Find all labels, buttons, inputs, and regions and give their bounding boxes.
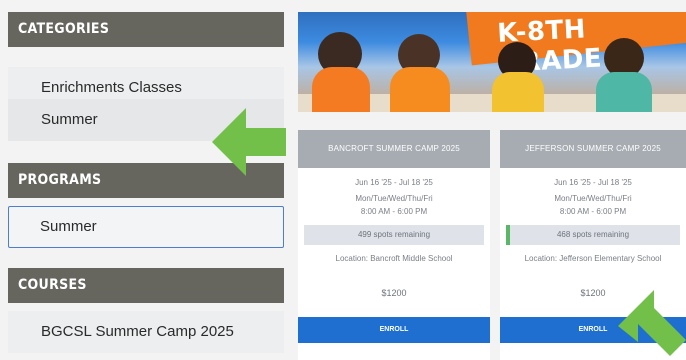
courses-header: COURSES	[8, 268, 284, 303]
sidebar: CATEGORIES Enrichments Classes Summer PR…	[8, 12, 284, 360]
spots-text: 468 spots remaining	[556, 230, 630, 239]
card-days: Mon/Tue/Wed/Thu/Fri	[355, 194, 433, 203]
spots-text: 499 spots remaining	[357, 230, 431, 239]
sidebar-item-bgcsl-summer-camp-2025[interactable]: BGCSL Summer Camp 2025	[8, 311, 284, 353]
green-arrow-diagonal-icon	[618, 290, 686, 356]
card-dates: Jun 16 '25 - Jul 18 '25	[355, 178, 433, 187]
green-arrow-left-icon	[212, 108, 286, 176]
card-dates: Jun 16 '25 - Jul 18 '25	[554, 178, 632, 187]
card-days: Mon/Tue/Wed/Thu/Fri	[554, 194, 632, 203]
card-hours: 8:00 AM - 6:00 PM	[559, 207, 627, 216]
card-location: Location: Jefferson Elementary School	[524, 254, 662, 263]
card-spots-remaining: 468 spots remaining	[506, 225, 680, 245]
card-title: JEFFERSON SUMMER CAMP 2025	[500, 130, 686, 168]
hero-banner-image: K-8TH GRADE	[298, 12, 686, 112]
spots-indicator	[506, 225, 510, 245]
card-location: Location: Bancroft Middle School	[335, 254, 453, 263]
categories-header: CATEGORIES	[8, 12, 284, 47]
card-price: $1200	[381, 288, 407, 298]
card-hours: 8:00 AM - 6:00 PM	[360, 207, 428, 216]
camp-card-bancroft: BANCROFT SUMMER CAMP 2025 Jun 16 '25 - J…	[298, 130, 490, 360]
card-title: BANCROFT SUMMER CAMP 2025	[298, 130, 490, 168]
enroll-button-bancroft[interactable]: ENROLL	[298, 317, 490, 343]
sidebar-item-summer-program[interactable]: Summer	[8, 206, 284, 248]
card-spots-remaining: 499 spots remaining	[304, 225, 484, 245]
